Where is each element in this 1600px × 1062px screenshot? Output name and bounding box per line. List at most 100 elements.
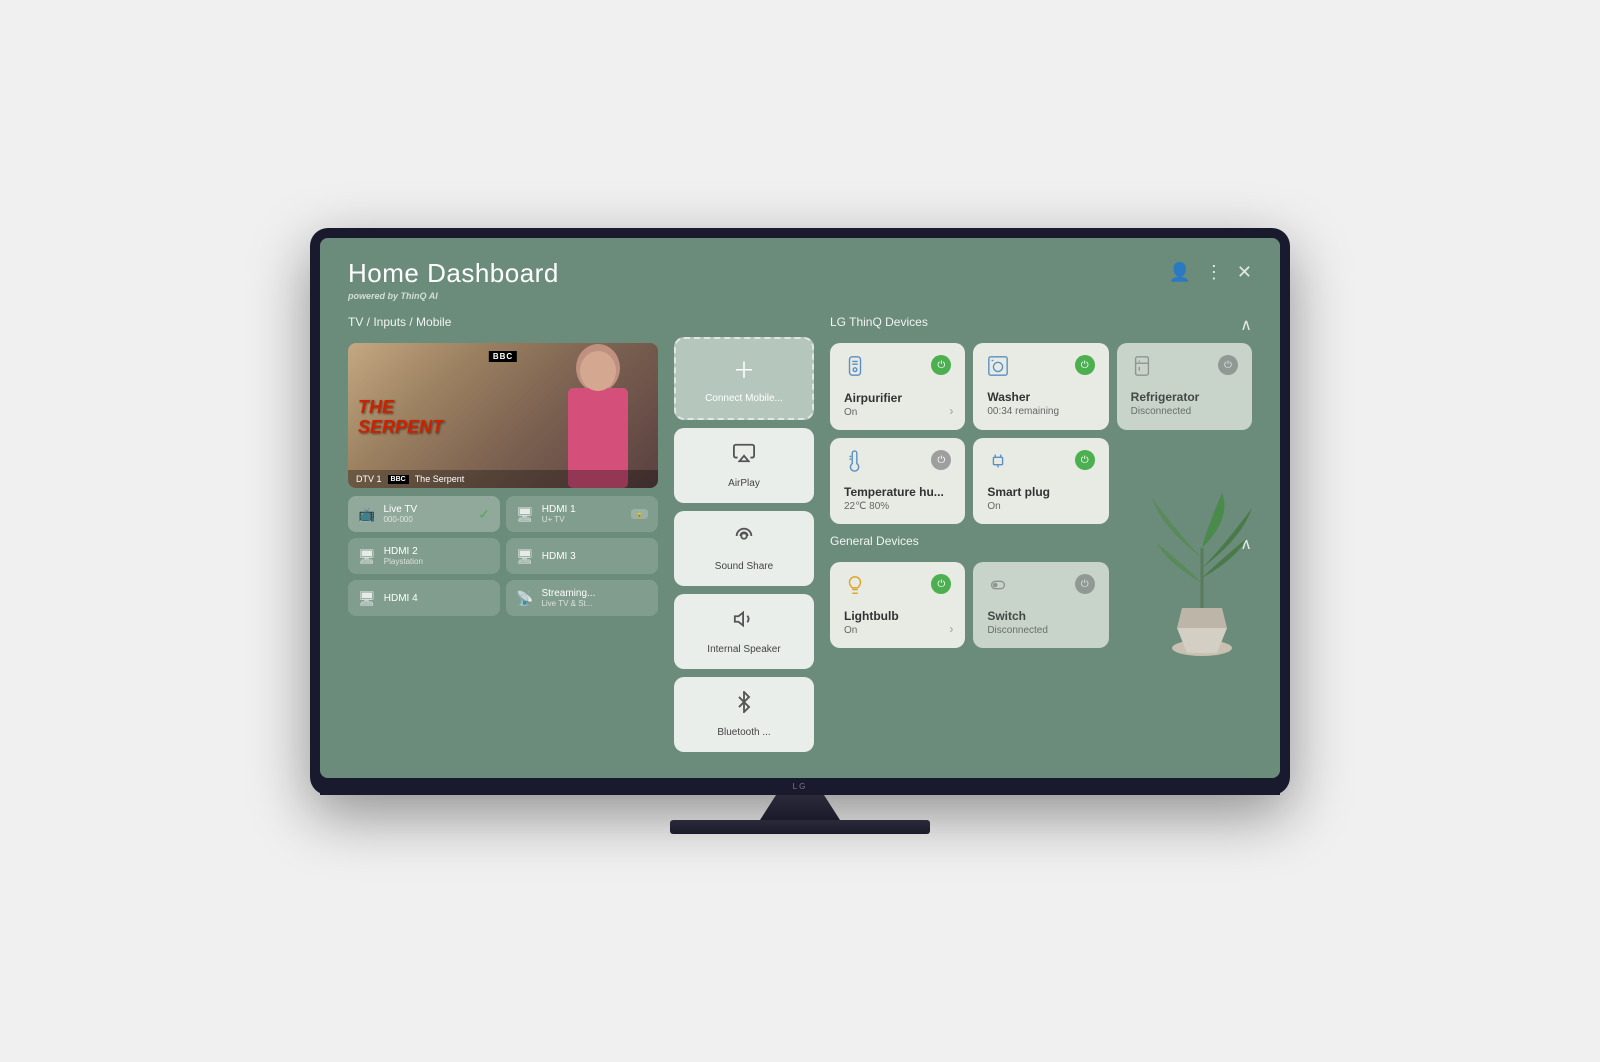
- input-streaming[interactable]: 📡 Streaming... Live TV & St...: [506, 580, 658, 616]
- close-icon[interactable]: ✕: [1237, 262, 1252, 283]
- speaker-icon: [733, 608, 755, 636]
- live-tv-icon: 📺: [358, 506, 375, 523]
- hdmi1-text: HDMI 1 U+ TV: [542, 504, 576, 524]
- device-switch[interactable]: ⏻ Switch Disconnected: [973, 562, 1108, 648]
- device-airpurifier[interactable]: ⏻ Airpurifier On ›: [830, 343, 965, 430]
- lg-thinq-label: LG ThinQ Devices: [830, 315, 928, 329]
- stand-neck: [760, 795, 840, 820]
- connect-icon: ＋: [733, 353, 755, 385]
- header-title-area: Home Dashboard powered by ThinQ AI: [348, 258, 559, 301]
- washer-power[interactable]: ⏻: [1075, 355, 1095, 375]
- input-live-tv[interactable]: 📺 Live TV 000-000 ✓: [348, 496, 500, 532]
- connect-mobile-button[interactable]: ＋ Connect Mobile...: [674, 337, 814, 420]
- tv-preview[interactable]: BBC: [348, 343, 658, 488]
- stand-feet: [670, 820, 930, 834]
- tv-section-label: TV / Inputs / Mobile: [348, 315, 658, 329]
- header-subtitle: powered by ThinQ AI: [348, 291, 559, 301]
- hdmi2-icon: 🖥: [358, 548, 376, 565]
- show-title: THE SERPENT: [358, 398, 443, 438]
- general-devices-label: General Devices: [830, 534, 919, 548]
- washer-name: Washer: [987, 390, 1094, 404]
- live-tv-text: Live TV 000-000: [383, 504, 417, 524]
- airplay-icon: [733, 442, 755, 470]
- hdmi4-icon: 🖥: [358, 590, 376, 607]
- tv-info-bar: DTV 1 BBC The Serpent: [348, 470, 658, 488]
- switch-status: Disconnected: [987, 625, 1094, 636]
- plant-area: [1117, 562, 1252, 648]
- person-silhouette: [553, 343, 643, 488]
- lightbulb-status: On: [844, 625, 951, 636]
- input-hdmi1[interactable]: 🖥 HDMI 1 U+ TV 🔒: [506, 496, 658, 532]
- tv-preview-image: BBC: [348, 343, 658, 488]
- refrigerator-icon: [1131, 355, 1153, 382]
- refrigerator-power[interactable]: ⏻: [1218, 355, 1238, 375]
- sound-share-button[interactable]: Sound Share: [674, 511, 814, 586]
- sound-share-label: Sound Share: [715, 561, 773, 572]
- middle-panel: ＋ Connect Mobile... AirPlay: [674, 337, 814, 758]
- airpurifier-name: Airpurifier: [844, 391, 951, 405]
- subtitle-brand: ThinQ AI: [401, 291, 438, 301]
- channel-badge: BBC: [388, 475, 409, 484]
- hdmi3-text: HDMI 3: [542, 551, 576, 562]
- airpurifier-power[interactable]: ⏻: [931, 355, 951, 375]
- header: Home Dashboard powered by ThinQ AI 👤 ⋮ ✕: [348, 258, 1252, 301]
- connect-label: Connect Mobile...: [705, 393, 783, 404]
- tv-stand: [310, 795, 1290, 834]
- switch-icon: [987, 574, 1009, 601]
- lg-thinq-header: LG ThinQ Devices ∧: [830, 315, 1252, 335]
- left-panel: TV / Inputs / Mobile BBC: [348, 315, 658, 758]
- temperature-icon: [844, 450, 866, 477]
- airpurifier-icon: [844, 355, 866, 383]
- bbc-logo: BBC: [489, 351, 517, 362]
- tv-channel: DTV 1: [356, 474, 382, 484]
- plant-decoration: [1132, 488, 1252, 668]
- right-panel: LG ThinQ Devices ∧: [830, 315, 1252, 758]
- bluetooth-label: Bluetooth ...: [717, 727, 770, 738]
- hdmi4-text: HDMI 4: [384, 593, 418, 604]
- tv-bezel: Home Dashboard powered by ThinQ AI 👤 ⋮ ✕: [310, 228, 1290, 795]
- airpurifier-arrow: ›: [949, 404, 953, 418]
- lg-thinq-collapse[interactable]: ∧: [1240, 315, 1252, 335]
- refrigerator-name: Refrigerator: [1131, 390, 1238, 404]
- subtitle-pre: powered by: [348, 291, 398, 301]
- input-grid: 📺 Live TV 000-000 ✓ 🖥 HDMI 1: [348, 496, 658, 616]
- hdmi1-icon: 🖥: [516, 506, 534, 523]
- input-hdmi2[interactable]: 🖥 HDMI 2 Playstation: [348, 538, 500, 574]
- lightbulb-arrow: ›: [949, 622, 953, 636]
- device-refrigerator[interactable]: ⏻ Refrigerator Disconnected: [1117, 343, 1252, 430]
- temperature-power[interactable]: ⏻: [931, 450, 951, 470]
- input-hdmi3[interactable]: 🖥 HDMI 3: [506, 538, 658, 574]
- device-washer[interactable]: ⏻ Washer 00:34 remaining: [973, 343, 1108, 430]
- hdmi1-badge: 🔒: [631, 509, 648, 519]
- switch-name: Switch: [987, 609, 1094, 623]
- lightbulb-power[interactable]: ⏻: [931, 574, 951, 594]
- input-hdmi4[interactable]: 🖥 HDMI 4: [348, 580, 500, 616]
- bluetooth-icon: [733, 691, 755, 719]
- streaming-icon: 📡: [516, 590, 533, 607]
- menu-icon[interactable]: ⋮: [1205, 262, 1223, 283]
- airplay-button[interactable]: AirPlay: [674, 428, 814, 503]
- device-lightbulb[interactable]: ⏻ Lightbulb On ›: [830, 562, 965, 648]
- temperature-name: Temperature hu...: [844, 485, 951, 499]
- bluetooth-button[interactable]: Bluetooth ...: [674, 677, 814, 752]
- page-title: Home Dashboard: [348, 258, 559, 289]
- tv-logo: LG: [793, 782, 808, 791]
- smartplug-name: Smart plug: [987, 485, 1094, 499]
- smartplug-power[interactable]: ⏻: [1075, 450, 1095, 470]
- speaker-label: Internal Speaker: [707, 644, 780, 655]
- device-temperature[interactable]: ⏻ Temperature hu... 22℃ 80%: [830, 438, 965, 524]
- hdmi2-text: HDMI 2 Playstation: [384, 546, 423, 566]
- tv-screen: Home Dashboard powered by ThinQ AI 👤 ⋮ ✕: [320, 238, 1280, 778]
- sound-share-icon: [733, 525, 755, 553]
- airpurifier-status: On: [844, 407, 951, 418]
- streaming-text: Streaming... Live TV & St...: [541, 588, 595, 608]
- switch-power[interactable]: ⏻: [1075, 574, 1095, 594]
- tv-bottom-bar: LG: [320, 778, 1280, 795]
- device-smartplug[interactable]: ⏻ Smart plug On: [973, 438, 1108, 524]
- smartplug-icon: [987, 450, 1009, 477]
- active-checkmark: ✓: [478, 506, 490, 523]
- internal-speaker-button[interactable]: Internal Speaker: [674, 594, 814, 669]
- user-icon[interactable]: 👤: [1168, 262, 1190, 283]
- general-devices-section: General Devices ∧: [830, 534, 1252, 648]
- main-content: TV / Inputs / Mobile BBC: [348, 315, 1252, 758]
